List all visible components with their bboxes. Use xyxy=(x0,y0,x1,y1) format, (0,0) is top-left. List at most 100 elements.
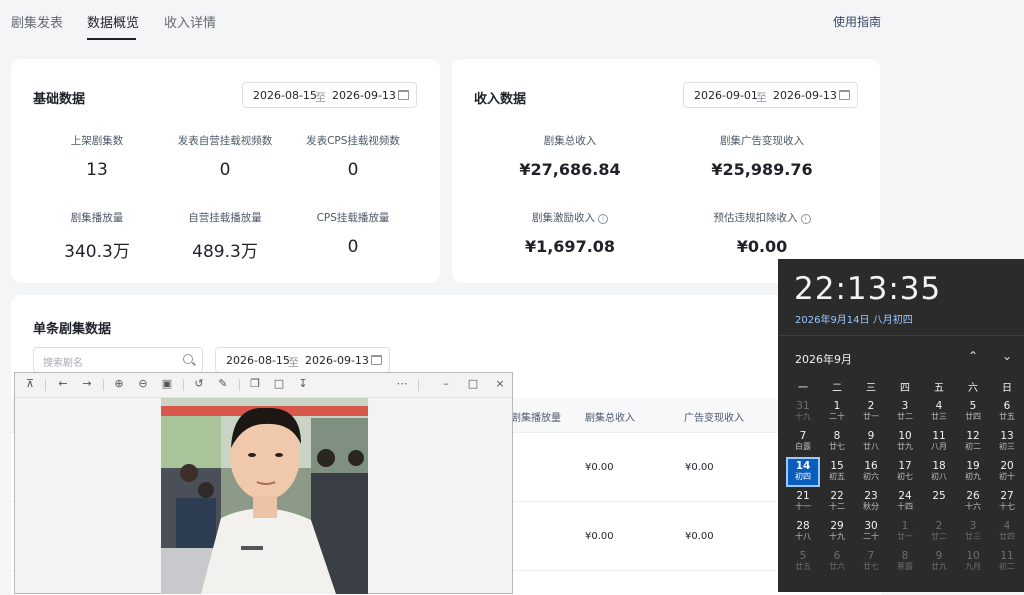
calendar-day[interactable]: 11 初二 xyxy=(990,547,1024,577)
calendar-month[interactable]: 2026年9月 xyxy=(795,351,852,367)
calendar-day[interactable]: 4 廿四 xyxy=(990,517,1024,547)
calendar-day[interactable]: 12 初二 xyxy=(956,427,990,457)
lunar-date: 廿七 xyxy=(863,562,879,571)
single-date-range[interactable]: 2026-08-15 至 2026-09-13 xyxy=(215,347,390,373)
photo-illustration xyxy=(161,398,368,594)
metric-series-plays: 剧集播放量 340.3万 xyxy=(37,210,157,262)
lunar-date: 廿三 xyxy=(965,532,981,541)
calendar-day[interactable]: 5 廿五 xyxy=(786,547,820,577)
calendar-day[interactable]: 7 白露 xyxy=(786,427,820,457)
column-ad-income[interactable]: 广告变现收入 xyxy=(684,409,744,424)
calendar-day[interactable]: 2 廿二 xyxy=(922,517,956,547)
calendar-day[interactable]: 27 十七 xyxy=(990,487,1024,517)
calendar-day-today[interactable]: 14 初四 xyxy=(786,457,820,487)
lunar-date: 初四 xyxy=(795,472,811,481)
calendar-day[interactable]: 6 廿五 xyxy=(990,397,1024,427)
calendar-day[interactable]: 11 八月 xyxy=(922,427,956,457)
day-number: 22 xyxy=(830,490,844,502)
zoom-out-icon[interactable]: ⊖ xyxy=(136,377,150,391)
search-icon[interactable] xyxy=(183,354,193,364)
column-total-income[interactable]: 剧集总收入 xyxy=(585,409,635,424)
calendar-day[interactable]: 10 廿九 xyxy=(888,427,922,457)
day-number: 18 xyxy=(932,460,946,472)
toolbar-divider xyxy=(103,379,104,391)
viewer-toolbar: ⊼ ← → ⊕ ⊖ ▣ ↺ ✎ ❐ □ ↧ ⋯ – □ × xyxy=(15,373,512,398)
pin-icon[interactable]: ⊼ xyxy=(23,377,37,391)
calendar-day[interactable]: 29 十九 xyxy=(820,517,854,547)
calendar-day[interactable]: 8 寒露 xyxy=(888,547,922,577)
crop-icon[interactable]: □ xyxy=(272,377,286,391)
income-date-range[interactable]: 2026-09-01 至 2026-09-13 xyxy=(683,82,858,108)
tab-publish[interactable]: 剧集发表 xyxy=(11,12,63,31)
calendar-day[interactable]: 3 廿二 xyxy=(888,397,922,427)
calendar-day[interactable]: 22 十二 xyxy=(820,487,854,517)
calendar-day[interactable]: 21 十一 xyxy=(786,487,820,517)
income-data-card: 收入数据 2026-09-01 至 2026-09-13 剧集总收入 ¥27,6… xyxy=(452,59,880,283)
clock-date[interactable]: 2026年9月14日 八月初四 xyxy=(795,311,913,326)
calendar-day[interactable]: 13 初三 xyxy=(990,427,1024,457)
calendar-day[interactable]: 19 初九 xyxy=(956,457,990,487)
guide-link[interactable]: 使用指南 xyxy=(833,13,881,30)
back-icon[interactable]: ← xyxy=(56,377,70,391)
rotate-icon[interactable]: ↺ xyxy=(192,377,206,391)
weekday-label: 五 xyxy=(934,383,944,394)
day-number: 14 xyxy=(795,460,811,472)
zoom-in-icon[interactable]: ⊕ xyxy=(112,377,126,391)
edit-icon[interactable]: ✎ xyxy=(216,377,230,391)
calendar-day[interactable]: 30 二十 xyxy=(854,517,888,547)
calendar-day[interactable]: 10 九月 xyxy=(956,547,990,577)
column-plays[interactable]: 剧集播放量 xyxy=(511,409,561,424)
calendar-day[interactable]: 9 廿九 xyxy=(922,547,956,577)
tab-income-detail[interactable]: 收入详情 xyxy=(164,12,216,31)
calendar-day[interactable]: 7 廿七 xyxy=(854,547,888,577)
calendar-day[interactable]: 16 初六 xyxy=(854,457,888,487)
calendar-day[interactable]: 3 廿三 xyxy=(956,517,990,547)
lunar-date: 廿五 xyxy=(795,562,811,571)
calendar-day[interactable]: 4 廿三 xyxy=(922,397,956,427)
lunar-date: 十九 xyxy=(829,532,845,541)
calendar-day[interactable]: 15 初五 xyxy=(820,457,854,487)
lunar-date: 廿四 xyxy=(999,532,1015,541)
lunar-date: 廿四 xyxy=(965,412,981,421)
info-icon[interactable]: i xyxy=(800,214,811,224)
calendar-day[interactable]: 18 初八 xyxy=(922,457,956,487)
calendar-day[interactable]: 20 初十 xyxy=(990,457,1024,487)
calendar-day[interactable]: 6 廿六 xyxy=(820,547,854,577)
calendar-day[interactable]: 2 廿一 xyxy=(854,397,888,427)
lunar-date: 白露 xyxy=(795,442,811,451)
calendar-day[interactable]: 1 廿一 xyxy=(888,517,922,547)
lunar-date: 十七 xyxy=(999,502,1015,511)
lunar-date: 九月 xyxy=(965,562,981,571)
minimize-icon[interactable]: – xyxy=(439,377,453,391)
calendar-day[interactable]: 26 十六 xyxy=(956,487,990,517)
calendar-day[interactable]: 25 xyxy=(922,487,956,517)
save-icon[interactable]: ↧ xyxy=(296,377,310,391)
fit-icon[interactable]: ▣ xyxy=(160,377,174,391)
forward-icon[interactable]: → xyxy=(80,377,94,391)
day-number: 1 xyxy=(901,520,909,532)
calendar-day[interactable]: 28 十八 xyxy=(786,517,820,547)
maximize-icon[interactable]: □ xyxy=(466,377,480,391)
lunar-date: 初七 xyxy=(897,472,913,481)
basic-date-range[interactable]: 2026-08-15 至 2026-09-13 xyxy=(242,82,417,108)
calendar-day[interactable]: 1 二十 xyxy=(820,397,854,427)
more-icon[interactable]: ⋯ xyxy=(395,377,409,391)
tab-overview[interactable]: 数据概览 xyxy=(87,12,139,31)
metric-label: 剧集总收入 xyxy=(543,135,597,147)
calendar-day[interactable]: 8 廿七 xyxy=(820,427,854,457)
chevron-up-icon[interactable]: ⌃ xyxy=(968,349,978,363)
calendar-day[interactable]: 24 十四 xyxy=(888,487,922,517)
copy-icon[interactable]: ❐ xyxy=(248,377,262,391)
day-number: 24 xyxy=(898,490,912,502)
calendar-day[interactable]: 17 初七 xyxy=(888,457,922,487)
chevron-down-icon[interactable]: ⌄ xyxy=(1002,349,1012,363)
close-icon[interactable]: × xyxy=(493,377,507,391)
calendar-day[interactable]: 5 廿四 xyxy=(956,397,990,427)
search-input[interactable]: 搜索剧名 xyxy=(33,347,203,373)
calendar-day[interactable]: 9 廿八 xyxy=(854,427,888,457)
calendar-day[interactable]: 31 十九 xyxy=(786,397,820,427)
day-number: 8 xyxy=(833,430,841,442)
info-icon[interactable]: i xyxy=(598,214,608,224)
weekday-label: 二 xyxy=(832,383,842,394)
calendar-day[interactable]: 23 秋分 xyxy=(854,487,888,517)
